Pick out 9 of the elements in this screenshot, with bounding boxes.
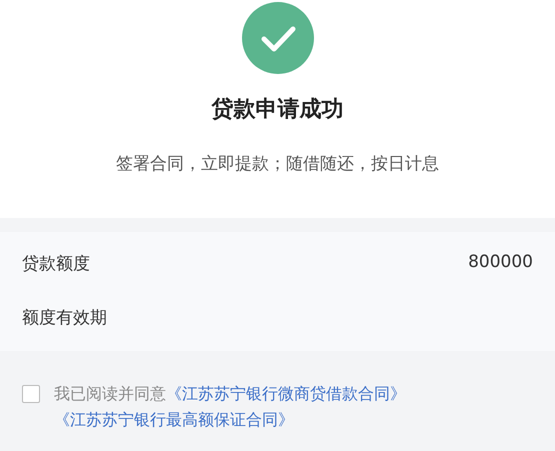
contract-link[interactable]: 《江苏苏宁银行最高额保证合同》 — [54, 410, 294, 429]
result-subtitle: 签署合同，立即提款；随借随还，按日计息 — [116, 153, 439, 175]
detail-label: 额度有效期 — [22, 307, 107, 330]
detail-value: 800000 — [468, 252, 533, 274]
result-title: 贷款申请成功 — [212, 96, 344, 124]
detail-label: 贷款额度 — [22, 253, 90, 276]
agreement-checkbox[interactable] — [22, 385, 40, 403]
contract-link[interactable]: 《江苏苏宁银行微商贷借款合同》 — [166, 384, 406, 403]
agreement-text: 我已阅读并同意 — [54, 384, 166, 403]
